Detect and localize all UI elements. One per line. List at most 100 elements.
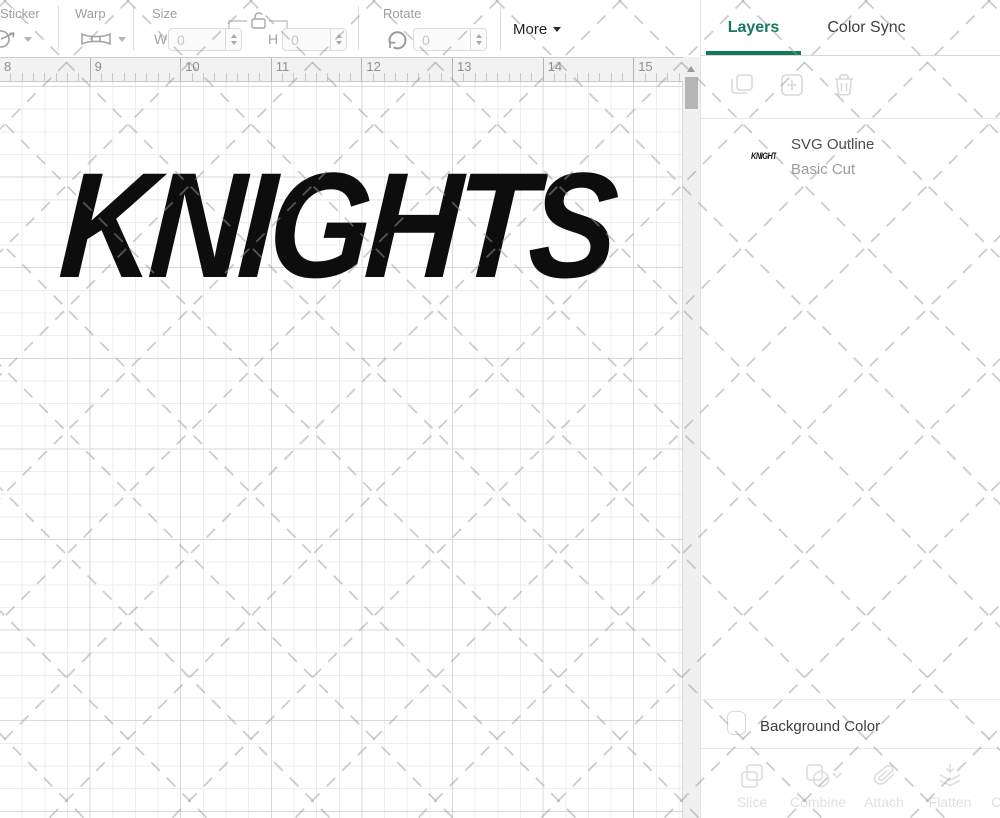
panel-tabs: Layers Color Sync xyxy=(701,0,1000,56)
ruler-tick xyxy=(350,73,352,81)
contour-button[interactable]: Contour xyxy=(983,749,1000,818)
layers-panel: Layers Color Sync KNIGHTS SVG Outline Ba… xyxy=(700,0,1000,818)
tab-color-sync-label: Color Sync xyxy=(827,19,906,36)
ruler-tick xyxy=(599,73,601,81)
ruler-tick xyxy=(508,73,510,81)
ruler-tick xyxy=(610,73,612,81)
ruler-tick xyxy=(282,73,284,81)
combine-button[interactable]: Combine xyxy=(785,749,851,818)
flatten-icon xyxy=(936,762,964,790)
layer-subtitle: Basic Cut xyxy=(791,161,856,178)
ruler-inch-line xyxy=(361,58,363,81)
background-color-swatch[interactable] xyxy=(727,711,746,735)
ruler-tick xyxy=(395,73,397,81)
width-stepper[interactable] xyxy=(225,29,241,50)
ruler-tick xyxy=(384,73,386,81)
toolbar-divider xyxy=(58,6,59,50)
attach-icon xyxy=(870,762,898,790)
background-color-label: Background Color xyxy=(760,718,881,735)
ruler-tick xyxy=(157,73,159,81)
sticker-button[interactable] xyxy=(0,28,32,50)
ruler-inch-line xyxy=(180,58,182,81)
ruler: 8 9 10 11 12 13 14 15 xyxy=(0,57,683,82)
rotate-stepper[interactable] xyxy=(470,29,486,50)
ruler-tick xyxy=(248,73,250,81)
more-label: More xyxy=(513,21,548,38)
attach-label: Attach xyxy=(864,794,904,810)
scroll-up-icon[interactable] xyxy=(687,66,695,72)
active-tab-underline xyxy=(706,51,801,55)
ruler-tick xyxy=(667,73,669,81)
ruler-inch-line xyxy=(89,58,91,81)
ruler-tick xyxy=(100,73,102,81)
ruler-tick xyxy=(418,73,420,81)
ruler-tick xyxy=(474,73,476,81)
ruler-tick xyxy=(338,73,340,81)
flatten-button[interactable]: Flatten xyxy=(917,749,983,818)
design-canvas: 8 9 10 11 12 13 14 15 KNIGHTS xyxy=(0,57,683,818)
warp-section-label: Warp xyxy=(75,6,106,21)
artwork-text[interactable]: KNIGHTS xyxy=(55,141,616,309)
height-input[interactable]: 0 xyxy=(282,28,347,51)
tab-color-sync[interactable]: Color Sync xyxy=(819,0,914,56)
scrollbar-thumb[interactable] xyxy=(685,77,698,109)
lock-icon[interactable] xyxy=(228,11,288,30)
ruler-number: 8 xyxy=(4,59,12,74)
slice-button[interactable]: Slice xyxy=(719,749,785,818)
ruler-inch-line xyxy=(270,58,272,81)
ruler-tick xyxy=(621,73,623,81)
ruler-tick xyxy=(429,73,431,81)
ruler-tick xyxy=(32,73,34,81)
ruler-tick xyxy=(576,73,578,81)
ruler-number: 14 xyxy=(547,59,563,74)
ruler-tick xyxy=(644,73,646,81)
ruler-tick xyxy=(236,73,238,81)
tab-layers-label: Layers xyxy=(727,19,780,36)
toolbar-divider xyxy=(358,6,359,50)
delete-layer-icon[interactable] xyxy=(831,72,857,98)
layer-row[interactable]: KNIGHTS SVG Outline Basic Cut xyxy=(701,128,1000,190)
ruler-tick xyxy=(55,73,57,81)
ruler-tick xyxy=(202,73,204,81)
ruler-tick xyxy=(168,73,170,81)
attach-button[interactable]: Attach xyxy=(851,749,917,818)
duplicate-layer-icon[interactable] xyxy=(729,72,755,98)
ruler-tick xyxy=(678,73,680,81)
toolbar-divider xyxy=(500,6,501,50)
ruler-tick xyxy=(485,73,487,81)
rotate-input[interactable]: 0 xyxy=(413,28,487,51)
layer-toolbar xyxy=(701,57,1000,119)
ruler-tick xyxy=(316,73,318,81)
rotate-value: 0 xyxy=(422,31,430,48)
ruler-tick xyxy=(406,73,408,81)
size-section-label: Size xyxy=(152,6,178,21)
chevron-down-icon xyxy=(553,27,562,32)
slice-icon xyxy=(738,762,766,790)
height-value: 0 xyxy=(291,31,299,48)
ruler-tick xyxy=(553,73,555,81)
ruler-tick xyxy=(146,73,148,81)
vertical-scrollbar[interactable] xyxy=(683,57,700,818)
ruler-tick xyxy=(531,73,533,81)
height-stepper[interactable] xyxy=(330,29,346,50)
ruler-tick xyxy=(519,73,521,81)
warp-button[interactable] xyxy=(80,30,126,48)
ruler-tick xyxy=(191,73,193,81)
ruler-number: 9 xyxy=(94,59,102,74)
ruler-tick xyxy=(134,73,136,81)
combine-label: Combine xyxy=(789,794,847,810)
sticker-section-label: Sticker xyxy=(0,6,40,21)
ruler-tick xyxy=(10,73,12,81)
tab-layers[interactable]: Layers xyxy=(706,0,801,56)
background-color-row: Background Color xyxy=(701,699,1000,748)
chevron-down-icon xyxy=(118,36,126,42)
rotate-icon xyxy=(385,28,409,52)
more-button[interactable]: More xyxy=(513,21,562,38)
layer-thumbnail: KNIGHTS xyxy=(751,151,777,161)
ruler-tick xyxy=(21,73,23,81)
layer-actions-bar: Slice Combine Attach Flatten xyxy=(701,748,1000,818)
width-input[interactable]: 0 xyxy=(168,28,242,51)
slice-label: Slice xyxy=(736,794,768,810)
add-layer-icon[interactable] xyxy=(779,72,805,98)
ruler-tick xyxy=(112,73,114,81)
